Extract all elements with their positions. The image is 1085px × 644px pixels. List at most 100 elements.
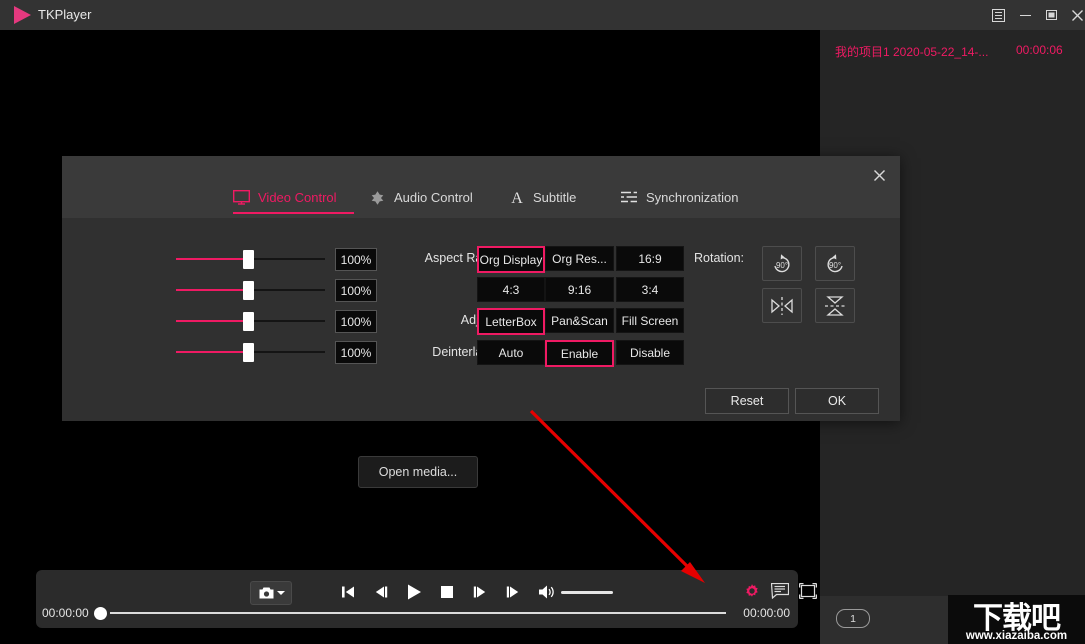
maximize-icon [1045,9,1057,20]
app-title: TKPlayer [38,7,92,22]
chevron-down-icon [276,591,285,595]
deinterlace-enable-button[interactable]: Enable [545,340,614,367]
fullscreen-icon [799,583,817,599]
svg-text:90°: 90° [829,261,841,270]
tab-label: Video Control [258,189,337,205]
current-time-label: 00:00:00 [42,606,89,620]
open-media-button[interactable]: Open media... [358,456,478,488]
playlist-item[interactable]: 我的项目1 2020-05-22_14-... 00:00:06 [820,38,1085,64]
svg-text:A: A [511,190,523,205]
flip-horizontal-icon [771,296,793,315]
aspect-16-9-button[interactable]: 16:9 [616,246,684,271]
close-button[interactable] [1064,0,1085,30]
step-backward-button[interactable] [367,578,395,606]
svg-text:90°: 90° [776,261,788,270]
ok-button[interactable]: OK [795,388,879,414]
play-icon [408,584,421,600]
brightness-value: 100% [335,248,377,271]
list-icon [991,8,1005,22]
brightness-fill [176,258,243,260]
aspect-9-16-button[interactable]: 9:16 [545,277,614,302]
play-triangle-logo-icon [14,6,31,24]
brightness-handle[interactable] [243,250,254,269]
volume-slider[interactable] [561,591,613,594]
video-settings-dialog: Video Control Audio Control A Subtitle S… [62,156,900,421]
dialog-close-button[interactable] [866,162,892,188]
playlist-count-badge: 1 [836,609,870,628]
adjust-letterbox-button[interactable]: LetterBox [477,308,545,335]
close-icon [873,169,885,181]
rotate-clockwise-90-icon: 90° [774,253,790,272]
previous-button[interactable] [334,578,362,606]
gear-icon [746,584,758,597]
dialog-header: Video Control Audio Control A Subtitle S… [62,156,900,218]
reset-button[interactable]: Reset [705,388,789,414]
aspect-org-res-button[interactable]: Org Res... [545,246,614,271]
speaker-icon [371,190,384,205]
hue-handle[interactable] [243,343,254,362]
flip-vertical-button[interactable] [815,288,855,323]
snapshot-button[interactable] [250,581,292,605]
watermark: 下载吧 www.xiazaiba.com [948,595,1085,644]
step-backward-icon [375,586,388,598]
tab-audio-control[interactable]: Audio Control [369,182,473,212]
contrast-handle[interactable] [243,281,254,300]
minimize-button[interactable] [1012,0,1038,30]
title-bar: TKPlayer [0,0,1085,30]
tab-synchronization[interactable]: Synchronization [620,182,739,212]
playlist-item-duration: 00:00:06 [1016,43,1063,57]
adjust-pan-scan-button[interactable]: Pan&Scan [545,308,614,333]
seek-handle[interactable] [94,607,107,620]
hue-fill [176,351,243,353]
stop-button[interactable] [433,578,461,606]
rotate-cw-90-button[interactable]: 90° [762,246,802,281]
stop-icon [441,586,453,598]
subtitle-icon [771,583,789,599]
player-control-bar: 00:00:00 00:00:00 [36,570,817,628]
rotation-label: Rotation: [694,251,745,265]
playlist-toggle-button[interactable] [985,0,1011,30]
step-forward-icon [473,586,486,598]
flip-horizontal-button[interactable] [762,288,802,323]
monitor-icon [233,189,250,205]
playlist-item-title: 我的项目1 2020-05-22_14-... [835,45,989,59]
tab-video-control[interactable]: Video Control [233,182,337,212]
contrast-value: 100% [335,279,377,302]
fullscreen-button[interactable] [795,578,821,604]
next-button[interactable] [499,578,527,606]
active-tab-underline [233,212,354,214]
seek-bar[interactable] [110,612,726,614]
adjust-fill-screen-button[interactable]: Fill Screen [616,308,684,333]
close-icon [1071,9,1083,21]
volume-button[interactable] [534,578,562,606]
volume-icon [539,585,554,599]
aspect-3-4-button[interactable]: 3:4 [616,277,684,302]
rotate-counterclockwise-90-icon: 90° [827,253,843,272]
play-button[interactable] [400,578,428,606]
flip-vertical-icon [825,295,845,316]
subtitle-button[interactable] [767,578,793,604]
hue-value: 100% [335,341,377,364]
step-forward-button[interactable] [466,578,494,606]
skip-next-icon [506,586,519,598]
aspect-org-display-button[interactable]: Org Display [477,246,545,273]
saturation-value: 100% [335,310,377,333]
minimize-icon [1019,14,1031,16]
tab-label: Subtitle [533,189,577,205]
text-a-icon: A [511,190,523,205]
sliders-icon [621,190,637,204]
total-time-label: 00:00:00 [743,606,790,620]
skip-previous-icon [342,586,354,598]
watermark-url-text: www.xiazaiba.com [965,630,1068,642]
tab-subtitle[interactable]: A Subtitle [509,182,576,212]
settings-button[interactable] [739,578,765,604]
contrast-fill [176,289,243,291]
saturation-handle[interactable] [243,312,254,331]
deinterlace-disable-button[interactable]: Disable [616,340,684,365]
rotate-ccw-90-button[interactable]: 90° [815,246,855,281]
camera-icon [259,587,273,599]
tab-label: Synchronization [646,189,739,205]
deinterlace-auto-button[interactable]: Auto [477,340,545,365]
maximize-button[interactable] [1038,0,1064,30]
aspect-4-3-button[interactable]: 4:3 [477,277,545,302]
